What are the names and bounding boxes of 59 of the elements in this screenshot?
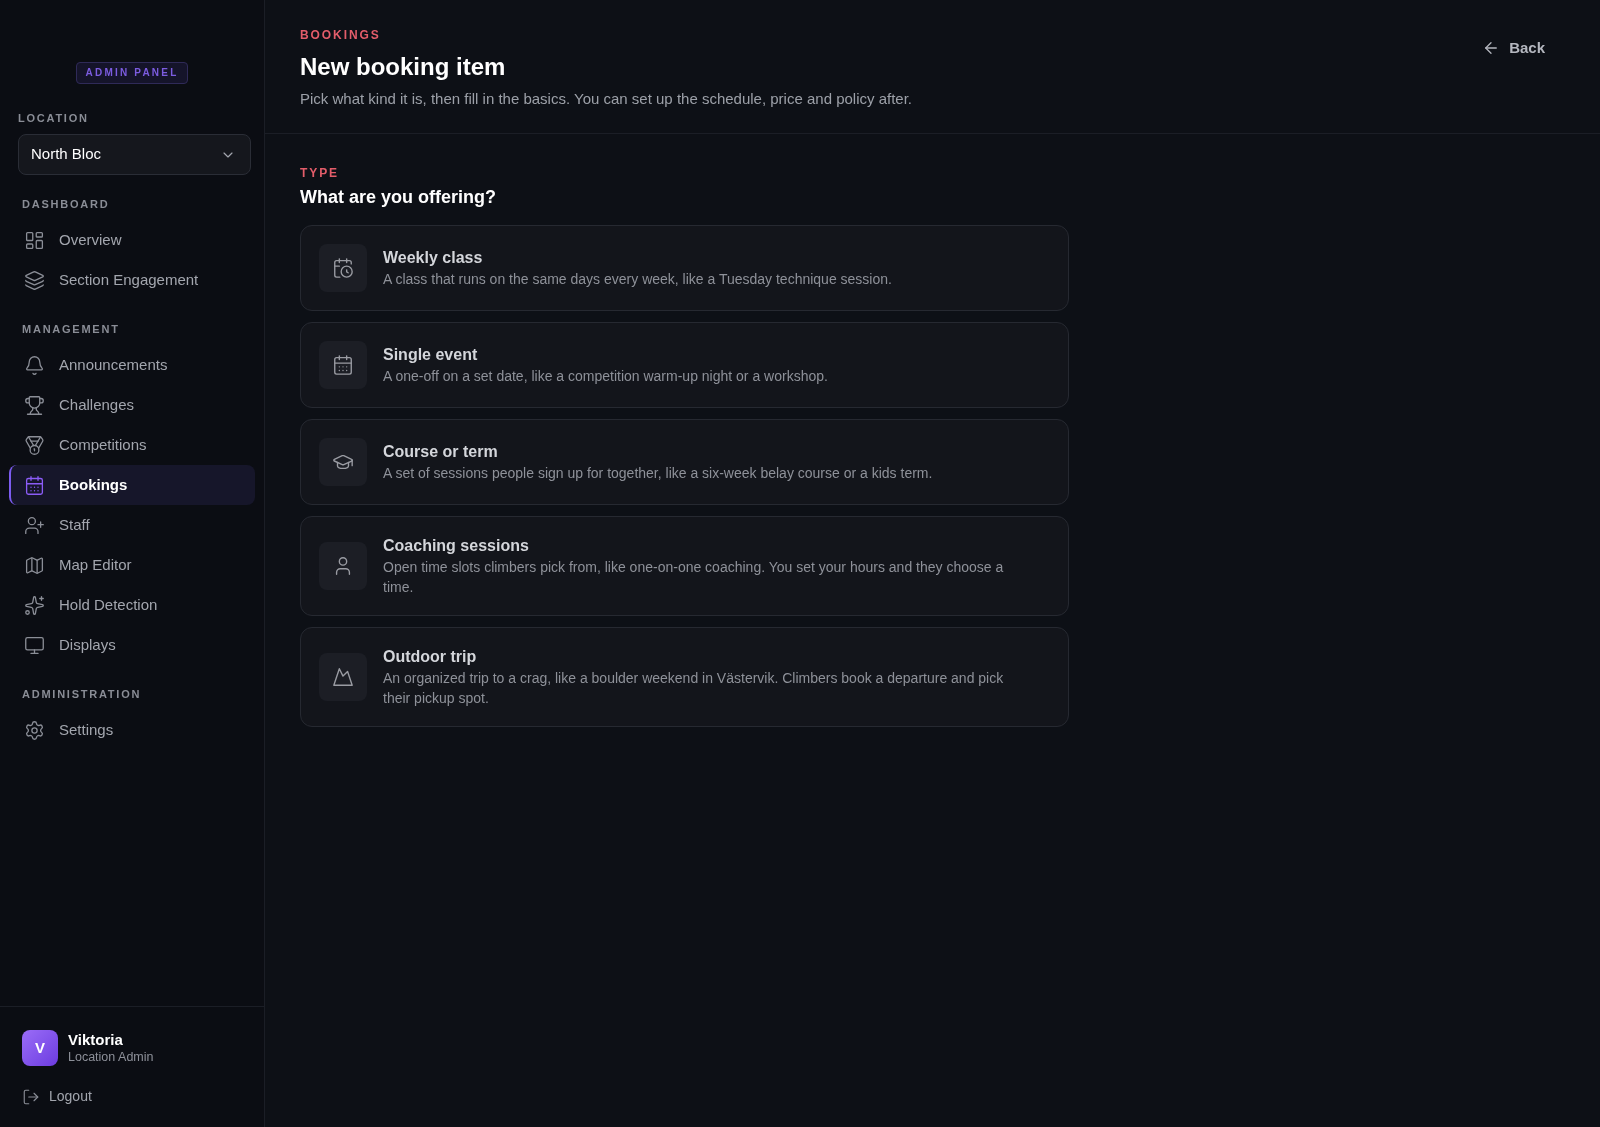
sidebar-item[interactable]: Competitions (9, 425, 255, 465)
sidebar-item[interactable]: Displays (9, 625, 255, 665)
sidebar-item[interactable]: Settings (9, 710, 255, 750)
option-description: A set of sessions people sign up for together, like a six-week belay course or a kids term. (383, 464, 933, 483)
nav-section-label: DASHBOARD (21, 197, 111, 211)
calendar-icon (319, 341, 367, 389)
section-title: What are you offering? (300, 186, 497, 209)
settings-icon (24, 719, 45, 741)
option-title: Weekly class (383, 248, 484, 268)
monitor-icon (24, 634, 45, 656)
trophy-icon (24, 394, 45, 416)
option-description: A class that runs on the same days every week, like a Tuesday technique session. (383, 270, 892, 289)
logout-icon (22, 1087, 40, 1106)
nav-section-label: ADMINISTRATION (21, 687, 143, 701)
page-eyebrow: BOOKINGS (300, 27, 382, 43)
nav-section-label: MANAGEMENT (21, 322, 121, 336)
back-button[interactable]: Back (1474, 31, 1553, 66)
option-card[interactable]: Weekly class A class that runs on the same days every week, like a Tuesday technique session. (300, 225, 1069, 311)
option-title: Coaching sessions (383, 536, 530, 556)
user-role: Location Admin (68, 1049, 154, 1066)
avatar: V (22, 1030, 58, 1066)
option-description: A one-off on a set date, like a competition warm-up night or a workshop. (383, 367, 828, 386)
option-title: Outdoor trip (383, 647, 478, 667)
sidebar-item[interactable]: Challenges (9, 385, 255, 425)
person-icon (319, 542, 367, 590)
section-eyebrow: TYPE (300, 165, 341, 181)
logout-button[interactable]: Logout (22, 1086, 92, 1107)
sidebar-item[interactable]: Bookings (9, 465, 255, 505)
grid-icon (24, 229, 45, 251)
option-title: Course or term (383, 442, 499, 462)
medal-icon (24, 434, 45, 456)
option-card[interactable]: Outdoor trip An organized trip to a crag, like a boulder weekend in Västervik. Climbers book a departure and pick their pickup spot. (300, 627, 1069, 727)
layers-icon (24, 269, 45, 291)
calendar-icon (24, 474, 45, 496)
sidebar-item[interactable]: Overview (9, 220, 255, 260)
page-subtitle: Pick what kind it is, then fill in the basics. You can set up the schedule, price and policy after. (300, 89, 913, 109)
sidebar-item[interactable]: Section Engagement (9, 260, 255, 300)
option-title: Single event (383, 345, 479, 365)
location-label: LOCATION (18, 111, 90, 125)
option-card[interactable]: Single event A one-off on a set date, like a competition warm-up night or a workshop. (300, 322, 1069, 408)
option-description: Open time slots climbers pick from, like one-on-one coaching. You set your hours and they choose a time. (383, 558, 1005, 597)
sidebar-item[interactable]: Announcements (9, 345, 255, 385)
sparkle-icon (24, 594, 45, 616)
user-name: Viktoria (68, 1030, 124, 1049)
panel-badge: ADMIN PANEL (75, 62, 189, 84)
sidebar-item[interactable]: Map Editor (9, 545, 255, 585)
option-card[interactable]: Course or term A set of sessions people sign up for together, like a six-week belay course or a kids term. (300, 419, 1069, 505)
location-select[interactable]: North Bloc (18, 134, 251, 175)
map-icon (24, 554, 45, 576)
bell-icon (24, 354, 45, 376)
page-title: New booking item (300, 52, 507, 82)
option-description: An organized trip to a crag, like a boulder weekend in Västervik. Climbers book a departure and pick their pickup spot. (383, 669, 1005, 708)
sidebar-item[interactable]: Hold Detection (9, 585, 255, 625)
option-card[interactable]: Coaching sessions Open time slots climbers pick from, like one-on-one coaching. You set your hours and they choose a time. (300, 516, 1069, 616)
mountain-icon (319, 653, 367, 701)
sidebar-item[interactable]: Staff (9, 505, 255, 545)
user-plus-icon (24, 514, 45, 536)
calendar-clock-icon (319, 244, 367, 292)
graduation-cap-icon (319, 438, 367, 486)
